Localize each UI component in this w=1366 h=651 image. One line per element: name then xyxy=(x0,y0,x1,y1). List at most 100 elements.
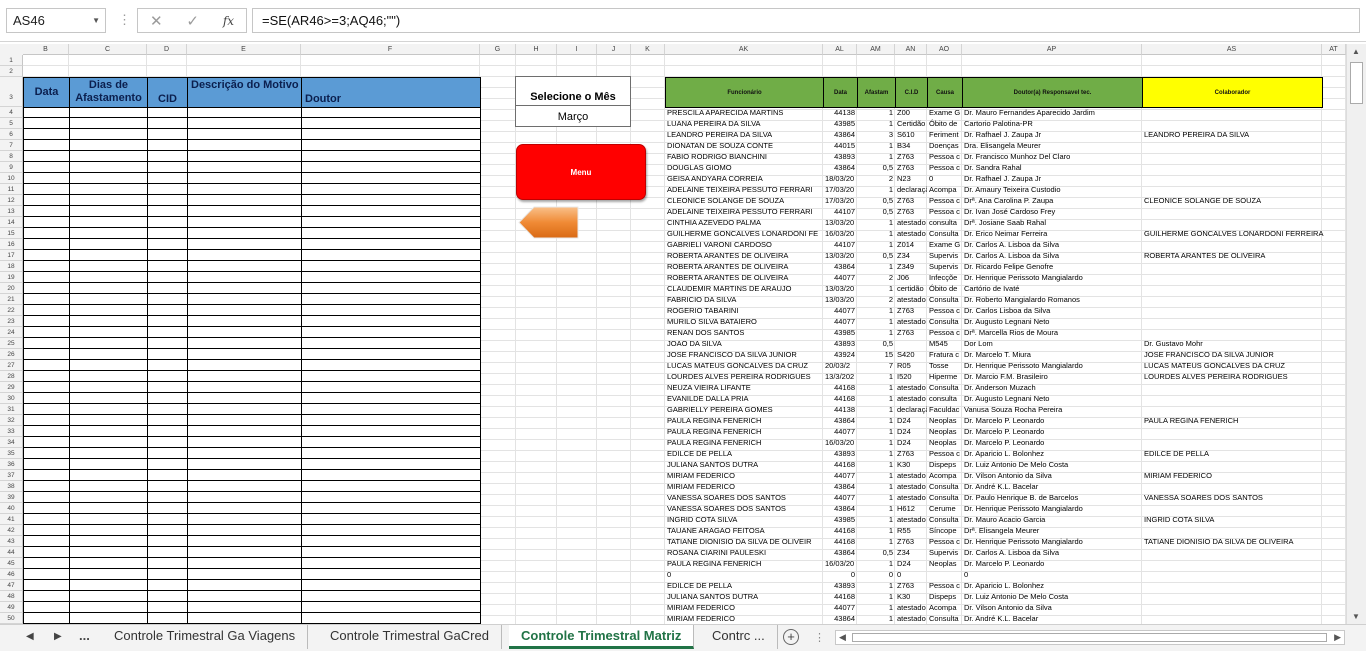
table-cell[interactable]: 0 xyxy=(929,173,962,184)
table-cell[interactable]: EDILCE DE PELLA xyxy=(1144,448,1346,459)
table-cell[interactable]: R05 xyxy=(897,360,927,371)
table-cell[interactable]: NEUZA VIEIRA LIFANTE xyxy=(667,382,823,393)
table-cell[interactable]: DIONATAN DE SOUZA CONTE xyxy=(667,140,823,151)
table-cell[interactable]: Óbito de xyxy=(929,118,962,129)
table-cell[interactable]: JULIANA SANTOS DUTRA xyxy=(667,459,823,470)
table-cell[interactable]: atestado xyxy=(897,481,927,492)
table-cell[interactable]: 44077 xyxy=(823,492,857,503)
table-cell[interactable]: 2 xyxy=(857,173,895,184)
table-cell[interactable]: S610 xyxy=(897,129,927,140)
table-cell[interactable]: Cartorio Palotina-PR xyxy=(964,118,1144,129)
table-cell[interactable]: 44168 xyxy=(823,536,857,547)
scroll-right-icon[interactable]: ▶ xyxy=(1334,632,1341,643)
table-cell[interactable]: VANESSA SOARES DOS SANTOS xyxy=(667,492,823,503)
table-cell[interactable]: 1 xyxy=(857,217,895,228)
table-cell[interactable]: Drª. Josiane Saab Rahal xyxy=(964,217,1144,228)
row-header[interactable]: 13 xyxy=(0,206,23,217)
table-cell[interactable]: Dr. Aparicio L. Bolonhez xyxy=(964,448,1144,459)
column-header[interactable]: F xyxy=(301,44,480,55)
table-cell[interactable]: 1 xyxy=(857,481,895,492)
table-cell[interactable]: 1 xyxy=(857,107,895,118)
row-header[interactable]: 8 xyxy=(0,151,23,162)
table-cell[interactable]: Exame G xyxy=(929,107,962,118)
drag-handle-icon[interactable]: ⋮ xyxy=(118,12,131,28)
table-cell[interactable]: 44168 xyxy=(823,459,857,470)
table-cell[interactable]: Dr. Marcelo P. Leonardo xyxy=(964,558,1144,569)
table-cell[interactable]: Z763 xyxy=(897,206,927,217)
row-header[interactable]: 36 xyxy=(0,459,23,470)
table-cell[interactable]: INGRID COTA SILVA xyxy=(667,514,823,525)
table-cell[interactable]: Cerume xyxy=(929,503,962,514)
table-cell[interactable]: Dispeps xyxy=(929,591,962,602)
vertical-scrollbar[interactable]: ▲ ▼ xyxy=(1346,44,1366,624)
table-cell[interactable]: 0,5 xyxy=(857,250,895,261)
table-cell[interactable]: Pessoa c xyxy=(929,206,962,217)
table-cell[interactable]: Dr. André K.L. Bacelar xyxy=(964,613,1144,624)
name-box[interactable]: AS46 ▼ xyxy=(6,8,106,33)
row-header[interactable]: 4 xyxy=(0,107,23,118)
table-cell[interactable]: I520 xyxy=(897,371,927,382)
table-cell[interactable]: D24 xyxy=(897,558,927,569)
table-cell[interactable]: GABRIELLY PEREIRA GOMES xyxy=(667,404,823,415)
row-header[interactable]: 18 xyxy=(0,261,23,272)
table-cell[interactable]: 43893 xyxy=(823,448,857,459)
table-cell[interactable]: atestado xyxy=(897,492,927,503)
row-header[interactable]: 11 xyxy=(0,184,23,195)
table-cell[interactable]: 43864 xyxy=(823,613,857,624)
row-header[interactable]: 42 xyxy=(0,525,23,536)
row-header[interactable]: 3 xyxy=(0,77,23,107)
table-cell[interactable]: 16/03/20 xyxy=(825,558,857,569)
table-cell[interactable]: 44107 xyxy=(823,239,857,250)
table-cell[interactable]: DOUGLAS GIOMO xyxy=(667,162,823,173)
table-cell[interactable]: Dispeps xyxy=(929,459,962,470)
table-cell[interactable]: ROGERIO TABARINI xyxy=(667,305,823,316)
table-cell[interactable]: EVANILDE DALLA PRIA xyxy=(667,393,823,404)
scroll-up-icon[interactable]: ▲ xyxy=(1352,47,1360,56)
table-cell[interactable]: Dr. Mauro Acacio Garcia xyxy=(964,514,1144,525)
table-cell[interactable]: 44168 xyxy=(823,591,857,602)
table-cell[interactable]: Acompa xyxy=(929,602,962,613)
table-cell[interactable]: 13/03/20 xyxy=(825,283,857,294)
table-cell[interactable]: H612 xyxy=(897,503,927,514)
table-cell[interactable]: VANESSA SOARES DOS SANTOS xyxy=(1144,492,1346,503)
row-header[interactable]: 27 xyxy=(0,360,23,371)
row-header[interactable]: 23 xyxy=(0,316,23,327)
row-header[interactable]: 9 xyxy=(0,162,23,173)
table-cell[interactable]: Dr. Carlos Lisboa da Silva xyxy=(964,305,1144,316)
table-cell[interactable]: Dr. Marcelo P. Leonardo xyxy=(964,437,1144,448)
table-cell[interactable]: 1 xyxy=(857,415,895,426)
row-header[interactable]: 12 xyxy=(0,195,23,206)
table-cell[interactable]: ADELAINE TEIXEIRA PESSUTO FERRARI xyxy=(667,184,823,195)
row-header[interactable]: 22 xyxy=(0,305,23,316)
table-cell[interactable]: consulta xyxy=(929,393,962,404)
table-cell[interactable]: atestado xyxy=(897,316,927,327)
scroll-left-icon[interactable]: ◀ xyxy=(839,632,846,643)
column-header[interactable]: AT xyxy=(1322,44,1346,55)
table-cell[interactable]: 44138 xyxy=(823,107,857,118)
table-cell[interactable]: atestado xyxy=(897,217,927,228)
table-cell[interactable]: Acompa xyxy=(929,184,962,195)
table-cell[interactable]: 43924 xyxy=(823,349,857,360)
table-cell[interactable]: Doenças xyxy=(929,140,962,151)
table-cell[interactable]: Dr. Sandra Rahal xyxy=(964,162,1144,173)
table-cell[interactable]: Feriment xyxy=(929,129,962,140)
table-cell[interactable]: JOSE FRANCISCO DA SILVA JUNIOR xyxy=(667,349,823,360)
table-cell[interactable]: LOURDES ALVES PEREIRA RODRIGUES xyxy=(667,371,823,382)
table-cell[interactable]: Dor Lom xyxy=(964,338,1144,349)
table-cell[interactable]: 1 xyxy=(857,525,895,536)
table-cell[interactable]: MIRIAM FEDERICO xyxy=(667,613,823,624)
table-cell[interactable]: Z349 xyxy=(897,261,927,272)
table-cell[interactable]: Dr. Anderson Muzach xyxy=(964,382,1144,393)
table-cell[interactable]: MIRIAM FEDERICO xyxy=(667,602,823,613)
table-cell[interactable]: 44107 xyxy=(823,206,857,217)
table-cell[interactable]: Z00 xyxy=(897,107,927,118)
column-header[interactable]: AN xyxy=(895,44,927,55)
back-arrow-icon[interactable] xyxy=(518,206,580,239)
table-cell[interactable]: Supervis xyxy=(929,261,962,272)
table-cell[interactable]: 1 xyxy=(857,228,895,239)
scroll-down-icon[interactable]: ▼ xyxy=(1352,612,1360,621)
table-cell[interactable]: 1 xyxy=(857,536,895,547)
table-cell[interactable]: PAULA REGINA FENERICH xyxy=(667,415,823,426)
column-header[interactable]: E xyxy=(187,44,301,55)
table-cell[interactable]: Dr. Augusto Legnani Neto xyxy=(964,316,1144,327)
